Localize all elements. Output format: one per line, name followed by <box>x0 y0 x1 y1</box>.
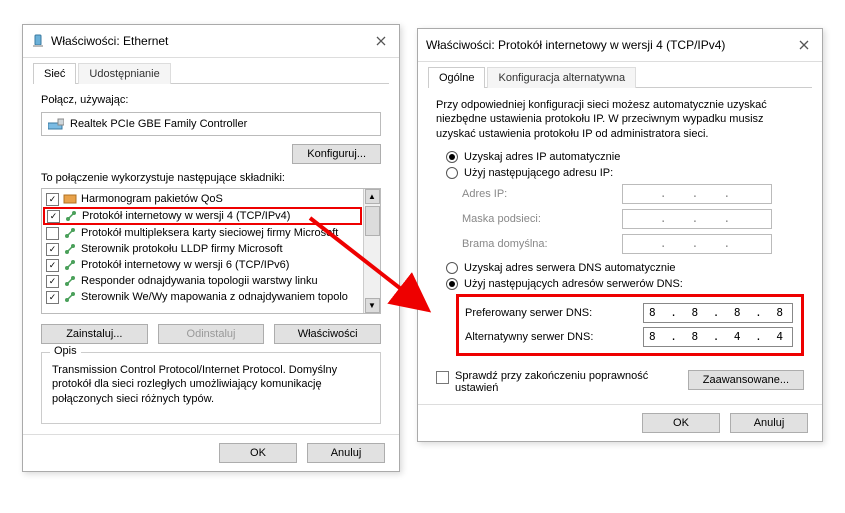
component-multiplexor[interactable]: Protokół multipleksera karty sieciowej f… <box>42 225 363 241</box>
radio-label: Użyj następującego adresu IP: <box>464 167 613 179</box>
checkbox-icon[interactable]: ✓ <box>46 275 59 288</box>
component-label: Protokół internetowy w wersji 4 (TCP/IPv… <box>82 210 290 222</box>
connect-using-label: Połącz, używając: <box>41 94 381 106</box>
install-button[interactable]: Zainstaluj... <box>41 324 148 344</box>
description-header: Opis <box>50 345 81 357</box>
cancel-button[interactable]: Anuluj <box>307 443 385 463</box>
validate-checkbox[interactable] <box>436 371 449 384</box>
protocol-icon <box>63 226 77 240</box>
validate-label: Sprawdź przy zakończeniu poprawność usta… <box>455 370 655 394</box>
component-qos[interactable]: ✓ Harmonogram pakietów QoS <box>42 191 363 207</box>
properties-button[interactable]: Właściwości <box>274 324 381 344</box>
ip-address-label: Adres IP: <box>462 188 622 200</box>
component-label: Responder odnajdywania topologii warstwy… <box>81 275 318 287</box>
component-label: Harmonogram pakietów QoS <box>81 193 223 205</box>
radio-icon <box>446 167 458 179</box>
tab-general[interactable]: Ogólne <box>428 67 485 88</box>
close-icon <box>799 40 809 50</box>
checkbox-icon[interactable] <box>46 227 59 240</box>
uninstall-button: Odinstaluj <box>158 324 265 344</box>
checkbox-icon[interactable]: ✓ <box>46 291 59 304</box>
tab-sharing[interactable]: Udostępnianie <box>78 63 170 84</box>
subnet-mask-field: . . . <box>622 209 772 229</box>
tab-network[interactable]: Sieć <box>33 63 76 84</box>
component-ipv6[interactable]: ✓ Protokół internetowy w wersji 6 (TCP/I… <box>42 257 363 273</box>
radio-icon <box>446 151 458 163</box>
advanced-button[interactable]: Zaawansowane... <box>688 370 804 390</box>
gateway-label: Brama domyślna: <box>462 238 622 250</box>
protocol-icon <box>63 258 77 272</box>
components-scrollbar[interactable]: ▲ ▼ <box>363 189 380 313</box>
ok-button[interactable]: OK <box>642 413 720 433</box>
protocol-icon <box>63 290 77 304</box>
radio-label: Użyj następujących adresów serwerów DNS: <box>464 278 683 290</box>
component-ipv4[interactable]: ✓ Protokół internetowy w wersji 4 (TCP/I… <box>43 207 362 225</box>
subnet-mask-label: Maska podsieci: <box>462 213 622 225</box>
cancel-button[interactable]: Anuluj <box>730 413 808 433</box>
nic-icon <box>48 117 64 131</box>
radio-dns-auto[interactable]: Uzyskaj adres serwera DNS automatycznie <box>446 262 804 274</box>
checkbox-icon[interactable]: ✓ <box>46 259 59 272</box>
scroll-thumb[interactable] <box>365 206 380 236</box>
radio-icon <box>446 262 458 274</box>
adapter-name: Realtek PCIe GBE Family Controller <box>70 118 247 130</box>
ok-button[interactable]: OK <box>219 443 297 463</box>
close-icon <box>376 36 386 46</box>
component-label: Sterownik protokołu LLDP firmy Microsoft <box>81 243 283 255</box>
description-text: Transmission Control Protocol/Internet P… <box>52 363 370 406</box>
adapter-box: Realtek PCIe GBE Family Controller <box>41 112 381 136</box>
close-button[interactable] <box>371 31 391 51</box>
configure-button[interactable]: Konfiguruj... <box>292 144 381 164</box>
window-title: Właściwości: Protokół internetowy w wers… <box>426 38 794 52</box>
network-icon <box>31 34 45 48</box>
component-lldp[interactable]: ✓ Sterownik protokołu LLDP firmy Microso… <box>42 241 363 257</box>
checkbox-icon[interactable]: ✓ <box>47 210 60 223</box>
intro-text: Przy odpowiedniej konfiguracji sieci moż… <box>436 98 804 141</box>
dns-highlight-box: Preferowany serwer DNS: 8 . 8 . 8 . 8 Al… <box>456 294 804 356</box>
components-list: ✓ Harmonogram pakietów QoS ✓ Protokół in… <box>41 188 381 314</box>
alternate-dns-field[interactable]: 8 . 8 . 4 . 4 <box>643 327 793 347</box>
gateway-field: . . . <box>622 234 772 254</box>
component-mapper[interactable]: ✓ Sterownik We/Wy mapowania z odnajdywan… <box>42 289 363 305</box>
radio-icon <box>446 278 458 290</box>
component-label: Protokół internetowy w wersji 6 (TCP/IPv… <box>81 259 289 271</box>
radio-ip-auto[interactable]: Uzyskaj adres IP automatycznie <box>446 151 804 163</box>
components-label: To połączenie wykorzystuje następujące s… <box>41 172 381 184</box>
checkbox-icon[interactable]: ✓ <box>46 193 59 206</box>
radio-ip-manual[interactable]: Użyj następującego adresu IP: <box>446 167 804 179</box>
component-responder[interactable]: ✓ Responder odnajdywania topologii warst… <box>42 273 363 289</box>
scroll-up-icon[interactable]: ▲ <box>365 189 380 204</box>
radio-label: Uzyskaj adres serwera DNS automatycznie <box>464 262 676 274</box>
checkbox-icon[interactable]: ✓ <box>46 243 59 256</box>
preferred-dns-label: Preferowany serwer DNS: <box>465 307 643 319</box>
component-label: Protokół multipleksera karty sieciowej f… <box>81 227 338 239</box>
titlebar-ipv4: Właściwości: Protokół internetowy w wers… <box>418 29 822 62</box>
scroll-down-icon[interactable]: ▼ <box>365 298 380 313</box>
titlebar-ethernet: Właściwości: Ethernet <box>23 25 399 58</box>
component-label: Sterownik We/Wy mapowania z odnajdywanie… <box>81 291 348 303</box>
protocol-icon <box>64 209 78 223</box>
close-button[interactable] <box>794 35 814 55</box>
radio-dns-manual[interactable]: Użyj następujących adresów serwerów DNS: <box>446 278 804 290</box>
protocol-icon <box>63 242 77 256</box>
alternate-dns-label: Alternatywny serwer DNS: <box>465 331 643 343</box>
protocol-icon <box>63 274 77 288</box>
ip-address-field: . . . <box>622 184 772 204</box>
preferred-dns-field[interactable]: 8 . 8 . 8 . 8 <box>643 303 793 323</box>
feature-icon <box>63 192 77 206</box>
window-title: Właściwości: Ethernet <box>51 34 371 48</box>
radio-label: Uzyskaj adres IP automatycznie <box>464 151 620 163</box>
tab-alternate[interactable]: Konfiguracja alternatywna <box>487 67 636 88</box>
